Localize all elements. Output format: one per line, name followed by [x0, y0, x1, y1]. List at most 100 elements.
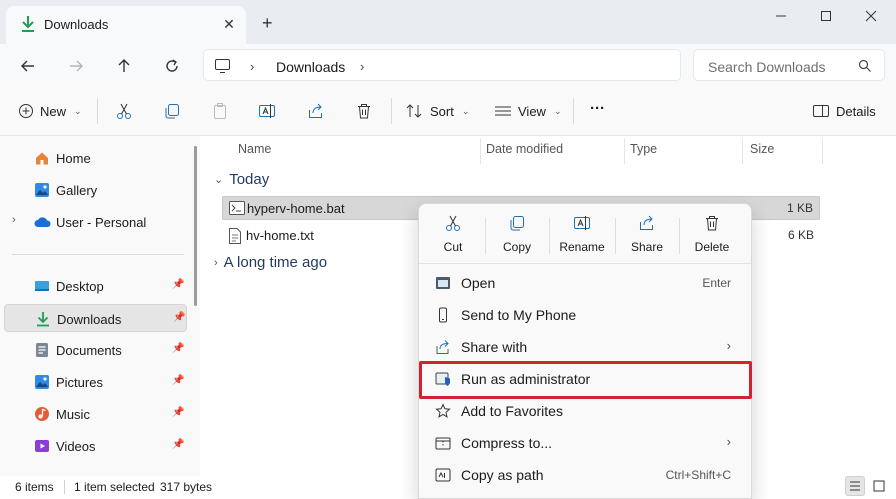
sort-button[interactable]: Sort ⌄	[406, 100, 469, 122]
sidebar-item-home[interactable]: Home	[4, 144, 187, 172]
search-input[interactable]: Search Downloads	[708, 59, 826, 75]
refresh-button[interactable]	[158, 52, 186, 80]
menu-item-label: Add to Favorites	[461, 403, 563, 419]
menu-item-add-to-favorites[interactable]: Add to Favorites	[427, 396, 745, 426]
minimize-icon[interactable]	[758, 6, 804, 26]
selection-count: 1 item selected	[74, 480, 155, 494]
column-divider[interactable]	[742, 138, 743, 164]
command-bar: New ⌄ Sort ⌄ View ⌄ ··· Details	[0, 86, 896, 136]
copy-action[interactable]: Copy	[487, 212, 547, 262]
chevron-down-icon: ⌄	[74, 105, 82, 116]
thumbnail-view-button[interactable]	[869, 476, 889, 496]
rename-icon	[259, 104, 275, 118]
back-button[interactable]	[14, 52, 42, 80]
shortcut-label: Ctrl+Shift+C	[665, 468, 731, 482]
forward-button[interactable]	[62, 52, 90, 80]
pictures-icon	[34, 374, 50, 390]
sidebar-item-label: Downloads	[57, 312, 122, 327]
sidebar-item-documents[interactable]: Documents 📌	[4, 336, 187, 364]
column-header-size[interactable]: Size	[750, 142, 774, 156]
close-tab-icon[interactable]: ✕	[220, 15, 238, 33]
rename-icon	[573, 214, 591, 232]
action-label: Copy	[502, 240, 531, 254]
menu-item-copy-as-path[interactable]: Copy as path Ctrl+Shift+C	[427, 460, 745, 490]
sidebar-item-videos[interactable]: Videos 📌	[4, 432, 187, 460]
menu-item-share-with[interactable]: Share with ›	[427, 332, 745, 362]
new-button[interactable]: New ⌄	[18, 100, 82, 122]
divider	[391, 98, 392, 124]
menu-item-compress-to[interactable]: Compress to... ›	[427, 428, 745, 458]
column-header-type[interactable]: Type	[630, 142, 657, 156]
delete-button[interactable]	[355, 100, 373, 122]
tab-downloads[interactable]: Downloads ✕	[6, 6, 246, 44]
group-label: A long time ago	[223, 254, 328, 271]
view-button[interactable]: View ⌄	[494, 100, 562, 122]
divider	[485, 218, 486, 254]
shortcut-label: Enter	[702, 276, 731, 290]
paste-button[interactable]	[211, 100, 229, 122]
cut-action[interactable]: Cut	[423, 212, 483, 262]
rename-button[interactable]	[258, 100, 276, 122]
trash-icon	[703, 214, 721, 232]
sidebar-item-label: Desktop	[56, 279, 104, 294]
address-bar[interactable]: › Downloads ›	[203, 49, 681, 81]
sidebar-item-desktop[interactable]: Desktop 📌	[4, 272, 187, 300]
up-button[interactable]	[110, 52, 138, 80]
divider	[549, 218, 550, 254]
share-action[interactable]: Share	[617, 212, 677, 262]
divider	[419, 263, 751, 264]
divider	[573, 98, 574, 124]
divider	[615, 218, 616, 254]
sidebar-scrollbar[interactable]	[194, 146, 197, 306]
copy-icon	[165, 104, 179, 119]
column-header-date[interactable]: Date modified	[486, 142, 563, 156]
new-label: New	[40, 103, 67, 119]
more-options-button[interactable]: ···	[590, 97, 605, 119]
cut-button[interactable]	[115, 100, 133, 122]
details-pane-button[interactable]: Details	[812, 100, 876, 122]
chevron-right-icon[interactable]: ›	[250, 59, 254, 74]
pin-icon: 📌	[173, 312, 186, 323]
group-label: Today	[229, 171, 270, 188]
chevron-right-icon[interactable]: ›	[360, 59, 364, 74]
title-bar: Downloads ✕ +	[0, 0, 896, 44]
chevron-right-icon[interactable]: ›	[12, 214, 16, 226]
column-divider[interactable]	[624, 138, 625, 164]
details-view-button[interactable]	[845, 476, 865, 496]
menu-item-run-as-administrator[interactable]: Run as administrator	[427, 364, 745, 394]
close-icon[interactable]	[848, 6, 894, 26]
menu-item-open[interactable]: Open Enter	[427, 268, 745, 298]
column-header-name[interactable]: Name	[238, 142, 271, 156]
sidebar-item-music[interactable]: Music 📌	[4, 400, 187, 428]
chevron-down-icon: ⌄	[214, 174, 224, 186]
sidebar-item-onedrive[interactable]: › User - Personal	[4, 208, 187, 236]
group-header-long-time-ago[interactable]: › A long time ago	[214, 254, 327, 271]
group-header-today[interactable]: ⌄ Today	[214, 171, 269, 188]
computer-icon	[214, 58, 232, 77]
sidebar-item-pictures[interactable]: Pictures 📌	[4, 368, 187, 396]
copy-button[interactable]	[163, 100, 181, 122]
delete-action[interactable]: Delete	[682, 212, 742, 262]
item-count: 6 items	[15, 480, 54, 494]
new-tab-button[interactable]: +	[262, 14, 273, 32]
copy-path-icon	[435, 467, 451, 483]
menu-item-label: Compress to...	[461, 435, 553, 451]
sidebar-item-label: Documents	[56, 343, 122, 358]
breadcrumb[interactable]: Downloads	[276, 59, 345, 75]
cut-icon	[117, 103, 131, 119]
cut-icon	[444, 214, 462, 232]
search-box[interactable]: Search Downloads	[693, 49, 885, 81]
sidebar-item-downloads[interactable]: Downloads 📌	[4, 304, 187, 332]
menu-item-label: Run as administrator	[461, 371, 591, 387]
menu-item-send-to-phone[interactable]: Send to My Phone	[427, 300, 745, 330]
search-icon	[858, 59, 872, 76]
details-label: Details	[836, 103, 876, 119]
column-divider[interactable]	[822, 138, 823, 164]
column-divider[interactable]	[480, 138, 481, 164]
batch-file-icon	[229, 201, 245, 218]
sidebar-item-gallery[interactable]: Gallery	[4, 176, 187, 204]
maximize-icon[interactable]	[803, 6, 849, 26]
share-button[interactable]	[307, 100, 325, 122]
sort-label: Sort	[430, 103, 454, 119]
rename-action[interactable]: Rename	[552, 212, 612, 262]
